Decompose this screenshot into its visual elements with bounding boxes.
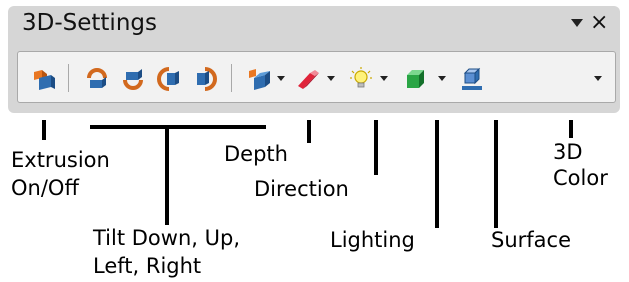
label-tilt-line1: Tilt Down, Up, [93,226,240,250]
label-lighting: Lighting [330,228,415,252]
label-direction: Direction [254,177,349,201]
label-extrusion-line1: Extrusion [11,148,110,172]
label-depth: Depth [224,142,288,166]
label-3d-color-line2: Color [553,166,608,190]
label-tilt-line2: Left, Right [93,254,202,278]
label-extrusion-line2: On/Off [11,176,79,200]
label-surface: Surface [491,228,572,252]
label-3d-color-line1: 3D [553,140,583,164]
